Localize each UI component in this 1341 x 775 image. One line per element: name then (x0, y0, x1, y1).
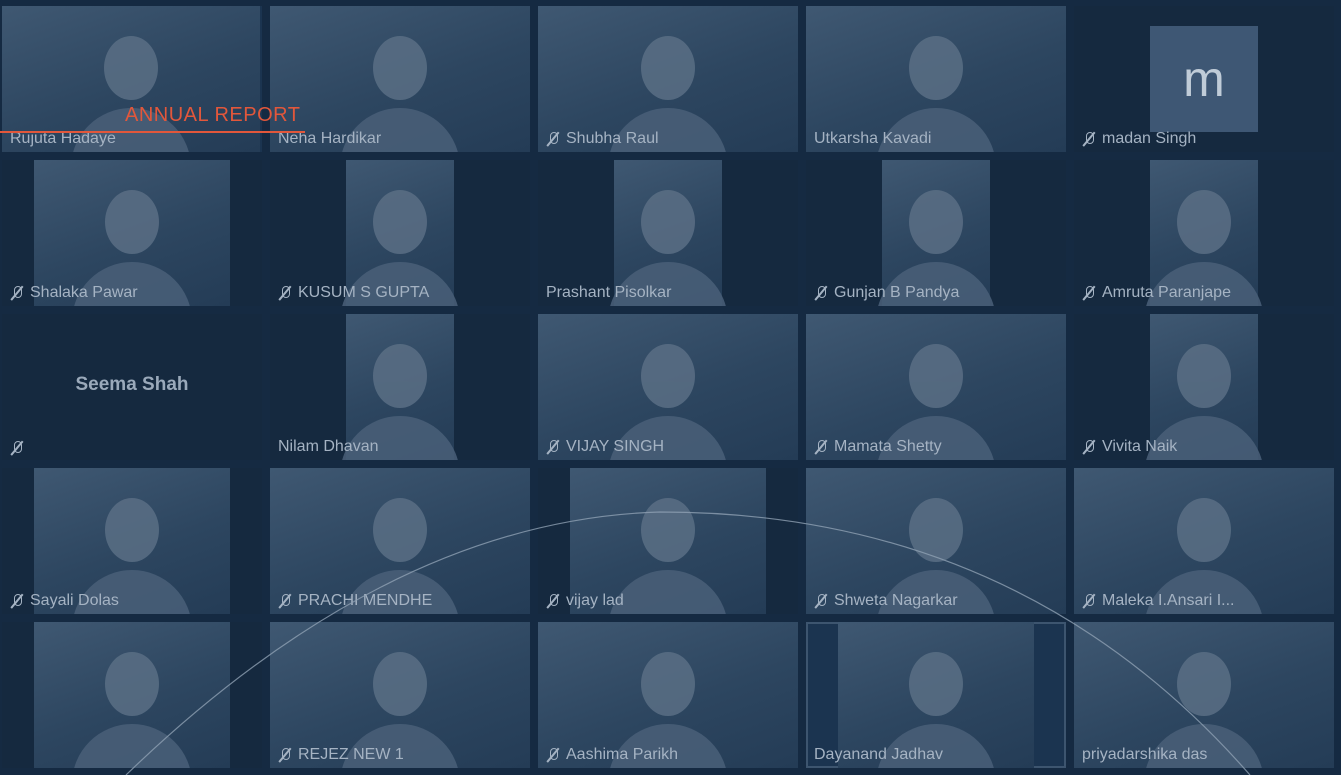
participant-tile[interactable] (2, 622, 262, 768)
mic-muted-icon (278, 747, 292, 763)
participant-name: priyadarshika das (1082, 746, 1208, 763)
participant-name: PRACHI MENDHE (298, 592, 433, 609)
mic-muted-icon (1082, 131, 1096, 147)
participant-name: Shubha Raul (566, 130, 659, 147)
participant-name: Dayanand Jadhav (814, 746, 943, 763)
participant-name: Aashima Parikh (566, 746, 679, 763)
mic-muted-icon (278, 593, 292, 609)
participant-tile[interactable]: Sayali Dolas (2, 468, 262, 614)
participant-name: Shalaka Pawar (30, 284, 138, 301)
participant-tile[interactable]: Shubha Raul (538, 6, 798, 152)
mic-muted-icon (546, 131, 560, 147)
participant-tile[interactable]: PRACHI MENDHE (270, 468, 530, 614)
participant-tile[interactable]: vijay lad (538, 468, 798, 614)
mic-muted-icon (546, 593, 560, 609)
participant-name: Maleka I.Ansari I... (1102, 592, 1235, 609)
mic-muted-icon (814, 285, 828, 301)
participant-tile[interactable]: Mamata Shetty (806, 314, 1066, 460)
participant-name: REJEZ NEW 1 (298, 746, 404, 763)
participant-name: Sayali Dolas (30, 592, 119, 609)
mic-muted-icon (1082, 439, 1096, 455)
participant-name: Amruta Paranjape (1102, 284, 1231, 301)
mic-muted-icon (10, 440, 24, 456)
mic-muted-icon (278, 285, 292, 301)
mic-muted-icon (814, 439, 828, 455)
participant-tile[interactable]: Maleka I.Ansari I... (1074, 468, 1334, 614)
participant-tile[interactable]: VIJAY SINGH (538, 314, 798, 460)
participant-name: Mamata Shetty (834, 438, 942, 455)
participant-tile[interactable]: Utkarsha Kavadi (806, 6, 1066, 152)
participant-tile[interactable]: REJEZ NEW 1 (270, 622, 530, 768)
participant-tile[interactable]: Vivita Naik (1074, 314, 1334, 460)
participant-video (34, 622, 230, 768)
participant-name-placeholder: Seema Shah (75, 374, 189, 395)
participant-name: vijay lad (566, 592, 624, 609)
participant-tile[interactable]: m madan Singh (1074, 6, 1334, 152)
participant-tile[interactable]: Amruta Paranjape (1074, 160, 1334, 306)
participant-tile[interactable]: priyadarshika das (1074, 622, 1334, 768)
participant-name: Prashant Pisolkar (546, 284, 672, 301)
participant-tile[interactable]: Nilam Dhavan (270, 314, 530, 460)
participant-name: madan Singh (1102, 130, 1197, 147)
mic-muted-icon (814, 593, 828, 609)
participant-tile[interactable]: Gunjan B Pandya (806, 160, 1066, 306)
participant-name: Vivita Naik (1102, 438, 1178, 455)
mic-muted-icon (546, 747, 560, 763)
mic-muted-icon (1082, 593, 1096, 609)
participant-name: Utkarsha Kavadi (814, 130, 932, 147)
participant-name: VIJAY SINGH (566, 438, 665, 455)
mic-muted-icon (1082, 285, 1096, 301)
mic-muted-icon (10, 593, 24, 609)
mic-muted-icon (546, 439, 560, 455)
participant-tile[interactable]: Neha Hardikar (270, 6, 530, 152)
participant-tile[interactable]: KUSUM S GUPTA (270, 160, 530, 306)
avatar: m (1150, 26, 1258, 132)
participant-tile[interactable]: Aashima Parikh (538, 622, 798, 768)
participant-name: Nilam Dhavan (278, 438, 379, 455)
mic-muted-icon (10, 285, 24, 301)
participant-tile[interactable]: Prashant Pisolkar (538, 160, 798, 306)
participant-tile[interactable]: Seema Shah (2, 314, 262, 460)
participant-tile[interactable]: Shweta Nagarkar (806, 468, 1066, 614)
participant-tile-active-speaker[interactable]: Dayanand Jadhav (806, 622, 1066, 768)
page-title: ANNUAL REPORT (125, 104, 301, 126)
participant-tile[interactable]: Shalaka Pawar (2, 160, 262, 306)
participant-name: KUSUM S GUPTA (298, 284, 430, 301)
participant-name: Gunjan B Pandya (834, 284, 960, 301)
title-underline (0, 131, 305, 133)
participant-name: Shweta Nagarkar (834, 592, 958, 609)
